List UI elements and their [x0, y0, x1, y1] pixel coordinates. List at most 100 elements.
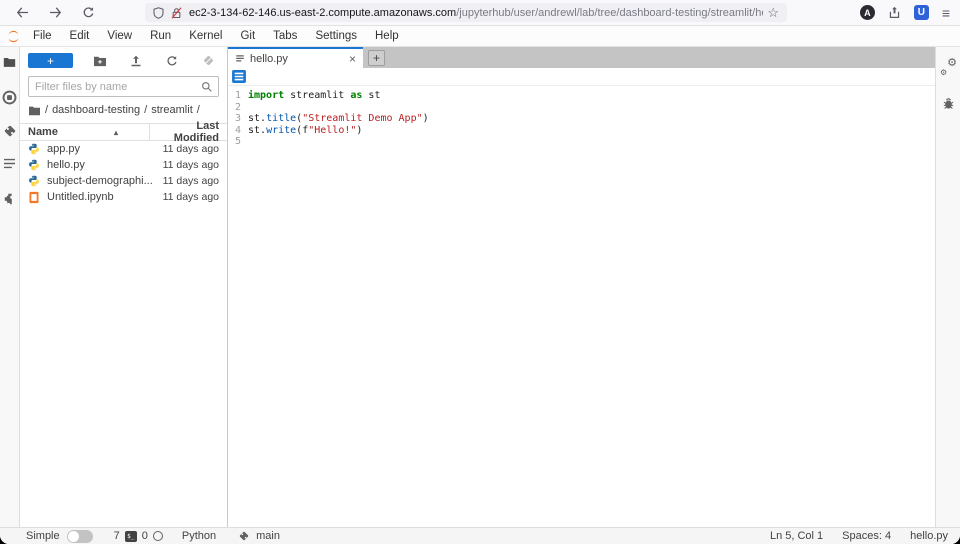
editor-area: hello.py × + 1import streamlit as st23st…: [228, 47, 935, 527]
active-filename: hello.py: [910, 530, 948, 542]
left-sidebar: [0, 47, 20, 527]
kernel-count[interactable]: 0: [142, 530, 148, 542]
add-tab-button[interactable]: +: [368, 50, 385, 66]
filter-files-box[interactable]: [28, 76, 219, 97]
code-line: 5: [228, 136, 935, 148]
menu-git[interactable]: Git: [231, 30, 264, 42]
code-area[interactable]: 1import streamlit as st23st.title("Strea…: [228, 86, 935, 527]
toggle-knob: [68, 531, 79, 542]
bookmark-star-icon[interactable]: ☆: [767, 5, 779, 21]
url-domain: ec2-3-134-62-146.us-east-2.compute.amazo…: [189, 7, 456, 19]
property-inspector-tab-icon[interactable]: ⚙ ⚙: [940, 59, 956, 75]
table-of-contents-tab-icon[interactable]: [3, 158, 16, 192]
cursor-position[interactable]: Ln 5, Col 1: [770, 530, 823, 542]
python-file-icon: [28, 175, 41, 187]
simple-mode-label: Simple: [26, 530, 60, 542]
file-browser-tab-icon[interactable]: [3, 56, 16, 90]
breadcrumb-separator: /: [197, 104, 200, 116]
reload-icon[interactable]: [76, 3, 100, 23]
file-row[interactable]: Untitled.ipynb11 days ago: [20, 189, 227, 205]
jupyter-logo-icon: [7, 30, 20, 43]
code-text: st.write(f"Hello!"): [248, 125, 362, 137]
tracking-shield-icon[interactable]: [153, 7, 164, 19]
ublock-shield-icon[interactable]: U: [914, 5, 929, 20]
home-folder-icon[interactable]: [28, 105, 41, 116]
menu-run[interactable]: Run: [141, 30, 180, 42]
status-bar: Simple 7 $_ 0 Python main Ln 5, Col 1 Sp…: [0, 527, 960, 544]
column-name-label: Name: [28, 126, 58, 138]
new-launcher-button[interactable]: +: [28, 53, 73, 68]
extension-a-icon[interactable]: A: [860, 5, 875, 20]
status-bar-right: Ln 5, Col 1 Spaces: 4 hello.py: [770, 530, 948, 542]
simple-mode-toggle[interactable]: [67, 530, 93, 543]
notebook-file-icon: [28, 191, 41, 204]
breadcrumb-separator: /: [45, 104, 48, 116]
kernel-name[interactable]: Python: [182, 530, 216, 542]
sort-ascending-icon[interactable]: ▴: [114, 128, 118, 137]
breadcrumb-streamlit[interactable]: streamlit: [151, 104, 193, 116]
gear-icon: ⚙: [947, 56, 957, 69]
menu-file[interactable]: File: [24, 30, 61, 42]
browser-window: ec2-3-134-62-146.us-east-2.compute.amazo…: [0, 0, 960, 544]
file-browser-panel: +: [20, 47, 228, 527]
file-modified: 11 days ago: [163, 143, 219, 155]
menu-edit[interactable]: Edit: [61, 30, 99, 42]
file-name: Untitled.ipynb: [47, 191, 163, 203]
file-modified: 11 days ago: [163, 175, 219, 187]
filter-files-input[interactable]: [35, 81, 201, 93]
back-icon[interactable]: [10, 3, 34, 23]
gear-small-icon: ⚙: [940, 68, 947, 77]
search-icon: [201, 81, 212, 92]
column-name[interactable]: Name ▴: [20, 124, 150, 140]
file-modified: 11 days ago: [163, 191, 219, 203]
file-list-header: Name ▴ Last Modified: [20, 123, 227, 141]
share-icon[interactable]: [888, 6, 901, 19]
file-tab-icon: [235, 54, 245, 64]
file-row[interactable]: hello.py11 days ago: [20, 157, 227, 173]
file-list: app.py11 days agohello.py11 days agosubj…: [20, 141, 227, 527]
editor-toolbar: [228, 68, 935, 86]
python-file-icon: [28, 159, 41, 171]
file-modified: 11 days ago: [163, 159, 219, 171]
browser-extensions-area: A U ≡: [860, 5, 950, 21]
git-toolbar-icon[interactable]: [199, 54, 217, 67]
file-name: subject-demographi...: [47, 175, 163, 187]
refresh-icon[interactable]: [163, 55, 181, 67]
line-number: 1: [228, 90, 248, 102]
terminal-count[interactable]: 7: [114, 530, 120, 542]
jupyter-menubar: FileEditViewRunKernelGitTabsSettingsHelp: [0, 26, 960, 47]
menu-help[interactable]: Help: [366, 30, 408, 42]
address-bar[interactable]: ec2-3-134-62-146.us-east-2.compute.amazo…: [145, 3, 787, 22]
git-branch-name[interactable]: main: [256, 530, 280, 542]
menu-view[interactable]: View: [98, 30, 141, 42]
file-browser-toolbar: +: [20, 47, 227, 72]
python-file-icon: [28, 143, 41, 155]
browser-menu-icon[interactable]: ≡: [942, 5, 950, 21]
code-line: 3st.title("Streamlit Demo App"): [228, 113, 935, 125]
terminal-icon: $_: [125, 531, 137, 542]
upload-icon[interactable]: [127, 55, 145, 67]
breadcrumb-dashboard-testing[interactable]: dashboard-testing: [52, 104, 140, 116]
breadcrumb-separator: /: [144, 104, 147, 116]
file-row[interactable]: app.py11 days ago: [20, 141, 227, 157]
render-streamlit-icon[interactable]: [232, 70, 246, 83]
line-number: 5: [228, 136, 248, 148]
git-tab-icon[interactable]: [3, 124, 17, 158]
forward-icon[interactable]: [43, 3, 67, 23]
menu-kernel[interactable]: Kernel: [180, 30, 231, 42]
tab-close-icon[interactable]: ×: [349, 53, 356, 65]
menu-tabs[interactable]: Tabs: [264, 30, 306, 42]
code-text: st.title("Streamlit Demo App"): [248, 113, 429, 125]
running-sessions-tab-icon[interactable]: [2, 90, 17, 124]
new-folder-icon[interactable]: [91, 55, 109, 67]
tab-hello-py[interactable]: hello.py ×: [228, 47, 363, 68]
line-number: 3: [228, 113, 248, 125]
debugger-tab-icon[interactable]: [942, 96, 955, 110]
extensions-tab-icon[interactable]: [3, 192, 17, 226]
file-name: hello.py: [47, 159, 163, 171]
menu-settings[interactable]: Settings: [306, 30, 366, 42]
insecure-lock-icon[interactable]: [171, 7, 182, 19]
code-line: 4st.write(f"Hello!"): [228, 125, 935, 137]
indent-setting[interactable]: Spaces: 4: [842, 530, 891, 542]
file-row[interactable]: subject-demographi...11 days ago: [20, 173, 227, 189]
